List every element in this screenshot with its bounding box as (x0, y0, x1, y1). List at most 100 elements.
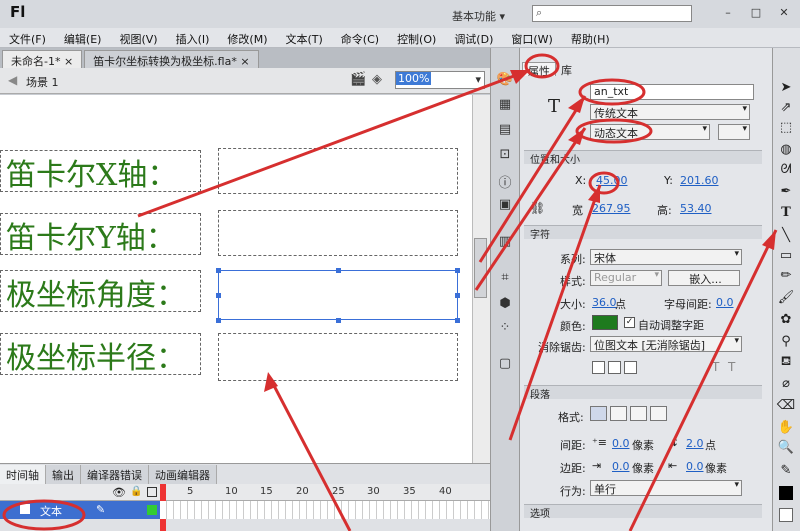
pencil-tool-icon[interactable]: ✏ (776, 268, 796, 286)
transform-icon[interactable]: ⓘ (496, 172, 514, 191)
layer-name[interactable]: 文本 (40, 503, 62, 519)
menu-edit[interactable]: 编辑(E) (55, 28, 111, 47)
resize-handle[interactable] (455, 293, 460, 298)
tab-cartesian-polar-fla[interactable]: 笛卡尔坐标转换为极坐标.fla* × (84, 50, 259, 68)
text-engine-select[interactable]: 传统文本 ▾ (590, 104, 750, 120)
close-window-button[interactable]: ✕ (776, 6, 792, 20)
menu-view[interactable]: 视图(V) (110, 28, 166, 47)
rectangle-tool-icon[interactable]: ▭ (776, 248, 796, 266)
pen-tool-icon[interactable]: ✒ (776, 184, 796, 202)
minimize-button[interactable]: – (720, 6, 736, 20)
tab-output[interactable]: 输出 (46, 465, 81, 485)
height-value[interactable]: 53.40 (680, 202, 712, 215)
align-right-button[interactable] (630, 406, 647, 421)
library-icon[interactable]: ▥ (496, 234, 514, 252)
scene-label[interactable]: 场景 1 (26, 74, 59, 90)
selection-tool-icon[interactable]: ➤ (776, 80, 796, 98)
text-tool-icon[interactable]: T (776, 205, 796, 223)
tab-timeline[interactable]: 时间轴 (0, 465, 46, 485)
hand-tool-icon[interactable]: ✋ (776, 420, 796, 438)
motion-presets-icon[interactable]: ⁘ (496, 320, 514, 338)
menu-modify[interactable]: 修改(M) (218, 28, 276, 47)
eyedropper-tool-icon[interactable]: ⌀ (776, 376, 796, 394)
menu-control[interactable]: 控制(O) (388, 28, 445, 47)
instance-name-field[interactable]: an_txt (590, 84, 754, 100)
tab-library[interactable]: 库 (556, 62, 577, 77)
stroke-color-icon[interactable]: ✎ (776, 463, 796, 481)
paint-bucket-tool-icon[interactable]: ⛾ (776, 354, 796, 372)
components-icon[interactable]: ▣ (496, 197, 514, 215)
resize-handle[interactable] (455, 318, 460, 323)
indent-value[interactable]: 0.0 (612, 437, 630, 450)
tab-untitled-1[interactable]: 未命名-1* × (2, 50, 83, 68)
brush-tool-icon[interactable]: 🖌 (776, 290, 796, 308)
menu-file[interactable]: 文件(F) (0, 28, 55, 47)
resize-handle[interactable] (336, 268, 341, 273)
resize-handle[interactable] (216, 293, 221, 298)
back-arrow-icon[interactable]: ◀ (8, 73, 17, 87)
right-margin-value[interactable]: 0.0 (686, 460, 704, 473)
menu-debug[interactable]: 调试(D) (445, 28, 502, 47)
dynamic-text-field[interactable] (218, 210, 458, 256)
align-left-button[interactable] (590, 406, 607, 421)
tab-properties[interactable]: 属性 (522, 62, 556, 78)
outline-icon[interactable] (147, 487, 157, 497)
font-style-select[interactable]: Regular ▾ (590, 270, 662, 286)
tab-compiler-errors[interactable]: 编译器错误 (81, 465, 149, 485)
edit-symbol-icon[interactable]: ◈ (372, 72, 382, 87)
section-character[interactable]: 字符 (524, 225, 762, 241)
selection-box[interactable] (218, 270, 458, 320)
superscript-icon[interactable]: T (712, 360, 719, 374)
scrollbar-thumb[interactable] (474, 238, 487, 298)
section-paragraph[interactable]: 段落 (524, 385, 762, 401)
line-spacing-value[interactable]: 2.0 (686, 437, 704, 450)
link-icon[interactable]: ⛓ (530, 201, 545, 215)
subselection-tool-icon[interactable]: ⇗ (776, 100, 796, 118)
text-type-select[interactable]: 动态文本 ▾ (590, 124, 710, 140)
justify-button[interactable] (650, 406, 667, 421)
behaviors-icon[interactable]: ⬢ (496, 296, 514, 314)
menu-commands[interactable]: 命令(C) (332, 28, 388, 47)
zoom-select[interactable]: 100% ▾ (395, 71, 485, 89)
menu-help[interactable]: 帮助(H) (562, 28, 619, 47)
dynamic-text-field[interactable] (218, 148, 458, 194)
deco-tool-icon[interactable]: ✿ (776, 312, 796, 330)
y-value[interactable]: 201.60 (680, 174, 719, 187)
lasso-tool-icon[interactable]: ᘛ (776, 162, 796, 180)
menu-insert[interactable]: 插入(I) (167, 28, 219, 47)
info-icon[interactable]: ⊡ (496, 147, 514, 165)
eraser-tool-icon[interactable]: ⌫ (776, 398, 796, 416)
code-snippets-icon[interactable]: ⌗ (496, 270, 514, 288)
lock-icon[interactable]: 🔒 (130, 486, 142, 497)
swatches-icon[interactable]: ▦ (496, 97, 514, 115)
menu-window[interactable]: 窗口(W) (502, 28, 561, 47)
maximize-button[interactable]: □ (748, 6, 764, 20)
behavior-select[interactable]: 单行 ▾ (590, 480, 742, 496)
bone-tool-icon[interactable]: ⚲ (776, 334, 796, 352)
resize-handle[interactable] (216, 318, 221, 323)
frames-row[interactable] (160, 501, 490, 519)
resize-handle[interactable] (216, 268, 221, 273)
free-transform-tool-icon[interactable]: ⬚ (776, 120, 796, 138)
x-value[interactable]: 45.00 (596, 174, 628, 187)
menu-text[interactable]: 文本(T) (276, 28, 331, 47)
section-options[interactable]: 选项 (524, 504, 762, 520)
width-value[interactable]: 267.95 (592, 202, 631, 215)
fill-color-swatch[interactable] (779, 486, 793, 500)
resize-handle[interactable] (455, 268, 460, 273)
3d-rotation-tool-icon[interactable]: ◍ (776, 142, 796, 160)
eye-icon[interactable]: 👁 (112, 486, 126, 499)
help-search-input[interactable]: ⌕ (532, 5, 692, 22)
history-icon[interactable]: ▢ (496, 356, 514, 374)
workspace-switcher[interactable]: 基本功能 ▾ (452, 8, 505, 24)
font-family-select[interactable]: 宋体 ▾ (590, 249, 742, 265)
align-center-button[interactable] (610, 406, 627, 421)
layer-color-swatch[interactable] (147, 505, 157, 515)
color-icon[interactable]: 🎨 (496, 72, 514, 90)
left-margin-value[interactable]: 0.0 (612, 460, 630, 473)
zoom-tool-icon[interactable]: 🔍 (776, 440, 796, 458)
section-position-size[interactable]: 位置和大小 (524, 150, 762, 166)
autokern-checkbox[interactable]: ✓ (624, 317, 635, 328)
subscript-icon[interactable]: T (728, 360, 735, 374)
resize-handle[interactable] (336, 318, 341, 323)
